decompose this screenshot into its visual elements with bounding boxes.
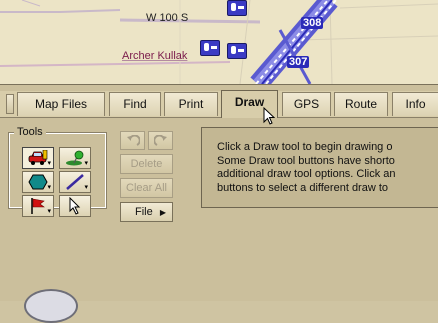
line-icon (66, 174, 84, 190)
dropdown-indicator: ▾ (84, 184, 88, 191)
help-text-line: Click a Draw tool to begin drawing o (217, 141, 393, 153)
submenu-arrow-icon: ▶ (159, 208, 166, 217)
tab-info[interactable]: Info (392, 92, 438, 116)
car-icon (28, 150, 48, 165)
bus-stop-icon (227, 43, 247, 59)
file-menu-label: File (135, 206, 153, 218)
bus-stop-icon (227, 0, 247, 16)
dropdown-indicator: ▾ (47, 208, 51, 215)
line-draw-tool-button[interactable]: ▾ (59, 171, 91, 193)
undo-button[interactable] (120, 131, 145, 150)
highway-badge: 307 (287, 56, 310, 68)
draw-help-text-box: Click a Draw tool to begin drawing o Som… (201, 127, 438, 208)
dropdown-indicator: ▾ (47, 160, 51, 167)
pushpin-draw-tool-button[interactable]: ▾ (59, 147, 91, 169)
tab-divider (0, 117, 438, 118)
help-text-line: buttons to select a different draw to (217, 181, 389, 194)
map-view[interactable]: W 100 S Archer Kullak 308 307 (0, 0, 438, 84)
arrow-cursor-icon (69, 197, 81, 215)
draw-panel: Map Files Find Print Draw GPS Route Info… (0, 84, 438, 323)
flag-icon (31, 198, 45, 214)
mouse-pointer-icon (263, 107, 276, 125)
tab-map-files[interactable]: Map Files (17, 92, 105, 116)
tab-scroll-left-button[interactable] (6, 94, 14, 114)
hexagon-icon (28, 174, 48, 190)
place-label: Archer Kullak (122, 50, 188, 62)
tab-find[interactable]: Find (109, 92, 161, 116)
vehicle-draw-tool-button[interactable]: ▾ (22, 147, 54, 169)
dropdown-indicator: ▾ (47, 184, 51, 191)
help-text-line: additional draw tool options. Click an (217, 168, 396, 180)
dropdown-indicator: ▾ (84, 160, 88, 167)
delete-button[interactable]: Delete (120, 154, 173, 174)
highway-badge: 308 (301, 17, 324, 29)
tab-gps[interactable]: GPS (282, 92, 331, 116)
help-text-line: Some Draw tool buttons have shorto (217, 154, 395, 167)
clear-all-button[interactable]: Clear All (120, 178, 173, 198)
shape-draw-tool-button[interactable]: ▾ (22, 171, 54, 193)
redo-button[interactable] (148, 131, 173, 150)
file-menu-button[interactable]: File ▶ (120, 202, 173, 222)
flag-draw-tool-button[interactable]: ▾ (22, 195, 54, 217)
tab-route[interactable]: Route (334, 92, 388, 116)
bus-stop-icon (200, 40, 220, 56)
redo-icon (153, 134, 167, 146)
road-label: W 100 S (146, 12, 189, 24)
select-draw-tool-button[interactable] (59, 195, 91, 217)
undo-icon (126, 134, 140, 146)
navigation-knob[interactable] (24, 289, 78, 323)
tools-legend: Tools (14, 126, 46, 138)
pushpin-icon (66, 150, 84, 166)
tab-print[interactable]: Print (164, 92, 218, 116)
